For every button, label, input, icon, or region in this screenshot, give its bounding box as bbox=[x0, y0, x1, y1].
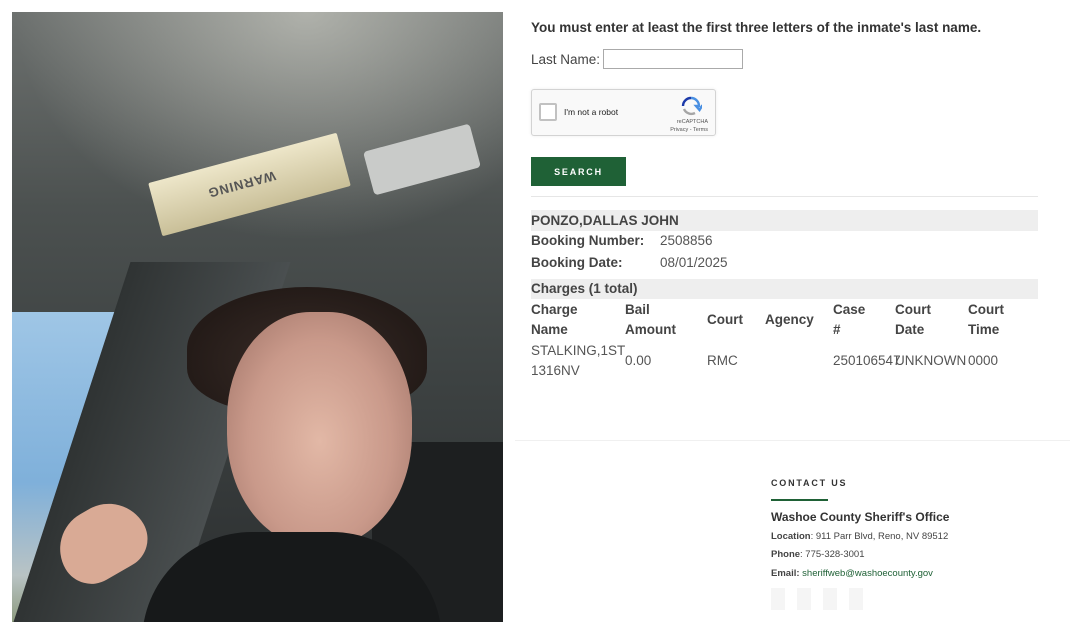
header-bail-amount-line2: Amount bbox=[625, 322, 676, 337]
social-icon[interactable] bbox=[797, 588, 811, 610]
social-icons bbox=[771, 588, 863, 610]
header-court-date: Court Date bbox=[895, 300, 931, 340]
header-court-time-line2: Time bbox=[968, 322, 1000, 337]
last-name-label: Last Name: bbox=[531, 51, 601, 67]
header-court-date-line2: Date bbox=[895, 322, 925, 337]
divider bbox=[531, 196, 1038, 197]
booking-number-value: 2508856 bbox=[660, 233, 713, 248]
cell-court-date: UNKNOWN bbox=[895, 353, 967, 368]
email-label: Email: bbox=[771, 568, 800, 579]
contact-phone: Phone: 775-328-3001 bbox=[771, 549, 864, 560]
social-icon[interactable] bbox=[849, 588, 863, 610]
cell-case-number: 250106547 bbox=[833, 353, 901, 368]
location-value: : 911 Parr Blvd, Reno, NV 89512 bbox=[810, 531, 949, 542]
location-label: Location bbox=[771, 531, 811, 542]
booking-number-label: Booking Number: bbox=[531, 233, 645, 248]
contact-location: Location: 911 Parr Blvd, Reno, NV 89512 bbox=[771, 531, 948, 542]
cell-charge-name-line1: STALKING,1ST bbox=[531, 343, 626, 358]
cell-charge-name: STALKING,1ST 1316NV bbox=[531, 341, 625, 381]
recaptcha-label: I'm not a robot bbox=[564, 107, 619, 117]
recaptcha-brand-name: reCAPTCHA bbox=[676, 119, 708, 125]
recaptcha-logo-icon bbox=[681, 96, 702, 116]
search-instruction: You must enter at least the first three … bbox=[531, 20, 982, 35]
booking-date-label: Booking Date: bbox=[531, 255, 623, 270]
visor-warning-label: WARNING bbox=[205, 168, 278, 201]
recaptcha-privacy-terms-link[interactable]: Privacy - Terms bbox=[670, 126, 708, 134]
inmate-name: PONZO,DALLAS JOHN bbox=[531, 210, 1038, 231]
social-icon[interactable] bbox=[823, 588, 837, 610]
last-name-row: Last Name: bbox=[531, 49, 744, 69]
phone-value[interactable]: : 775-328-3001 bbox=[800, 549, 864, 560]
search-button[interactable]: SEARCH bbox=[531, 157, 626, 186]
contact-email: Email: sheriffweb@washoecounty.gov bbox=[771, 568, 933, 579]
charges-title: Charges (1 total) bbox=[531, 279, 1038, 299]
contact-title-underline bbox=[771, 499, 828, 501]
header-charge-name-line2: Name bbox=[531, 322, 568, 337]
header-agency: Agency bbox=[765, 312, 814, 327]
cell-court: RMC bbox=[707, 353, 738, 368]
inmate-photo: WARNING bbox=[12, 12, 503, 622]
cell-bail-amount: 0.00 bbox=[625, 353, 652, 368]
header-court: Court bbox=[707, 312, 743, 327]
footer-divider bbox=[515, 440, 1070, 441]
header-court-date-line1: Court bbox=[895, 302, 931, 317]
header-bail-amount: Bail Amount bbox=[625, 300, 676, 340]
booking-date-row: Booking Date: 08/01/2025 bbox=[531, 255, 728, 270]
recaptcha-checkbox[interactable] bbox=[539, 103, 557, 121]
header-case-number: Case # bbox=[833, 300, 865, 340]
last-name-input[interactable] bbox=[603, 49, 744, 69]
header-court-time-line1: Court bbox=[968, 302, 1004, 317]
booking-date-value: 08/01/2025 bbox=[660, 255, 728, 270]
header-charge-name: Charge Name bbox=[531, 300, 578, 340]
header-case-number-line1: Case bbox=[833, 302, 866, 317]
header-case-number-line2: # bbox=[833, 322, 841, 337]
cell-charge-name-line2: 1316NV bbox=[531, 363, 580, 378]
photo-face bbox=[227, 312, 412, 547]
header-bail-amount-line1: Bail bbox=[625, 302, 650, 317]
office-name: Washoe County Sheriff's Office bbox=[771, 510, 950, 524]
header-court-time: Court Time bbox=[968, 300, 1004, 340]
header-charge-name-line1: Charge bbox=[531, 302, 578, 317]
contact-title: CONTACT US bbox=[771, 478, 848, 488]
recaptcha-widget: I'm not a robot reCAPTCHA Privacy - Term… bbox=[531, 89, 716, 136]
booking-number-row: Booking Number: 2508856 bbox=[531, 233, 713, 248]
phone-label: Phone bbox=[771, 549, 801, 560]
email-link[interactable]: sheriffweb@washoecounty.gov bbox=[802, 568, 933, 579]
cell-court-time: 0000 bbox=[968, 353, 999, 368]
recaptcha-brand: reCAPTCHA Privacy - Terms bbox=[670, 118, 708, 134]
social-icon[interactable] bbox=[771, 588, 785, 610]
